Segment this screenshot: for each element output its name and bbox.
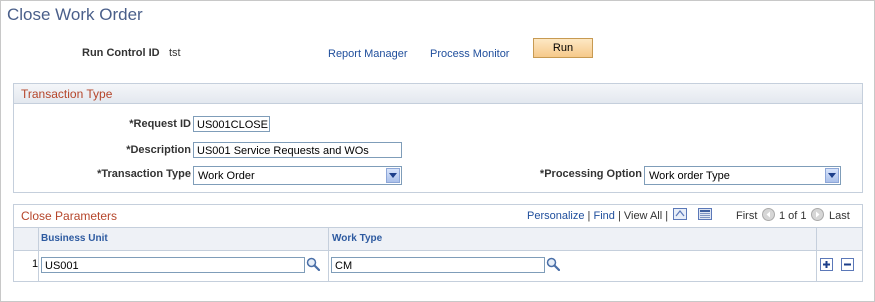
request-id-input[interactable]: US001CLOSE	[193, 116, 270, 132]
last-label: Last	[829, 210, 850, 222]
description-label: *Description	[126, 144, 191, 156]
transaction-type-section: Transaction Type *Request ID US001CLOSE …	[13, 83, 863, 193]
processing-option-label: *Processing Option	[539, 168, 642, 180]
business-unit-input[interactable]: US001	[41, 257, 305, 273]
find-link[interactable]: Find	[593, 210, 614, 222]
separator: |	[617, 210, 621, 222]
report-manager-link[interactable]: Report Manager	[328, 48, 408, 60]
section-header: Transaction Type	[14, 84, 862, 104]
processing-option-value: Work order Type	[649, 170, 730, 182]
table-row: 1 US001 CM	[14, 250, 862, 278]
column-header-work-type: Work Type	[332, 233, 383, 244]
view-all-link[interactable]: View All	[624, 210, 662, 222]
section-title: Transaction Type	[21, 87, 113, 101]
first-label: First	[736, 210, 758, 222]
add-row-icon[interactable]	[820, 258, 833, 271]
delete-row-icon[interactable]	[841, 258, 854, 271]
transaction-type-select[interactable]: Work Order	[193, 166, 402, 185]
processing-option-select[interactable]: Work order Type	[644, 166, 841, 185]
personalize-link[interactable]: Personalize	[527, 210, 584, 222]
grid-title: Close Parameters	[21, 209, 118, 223]
prev-arrow-icon[interactable]	[762, 208, 775, 224]
description-input[interactable]: US001 Service Requests and WOs	[193, 142, 402, 158]
transaction-type-label: *Transaction Type	[97, 168, 191, 180]
next-arrow-icon[interactable]	[811, 208, 824, 224]
column-header-row: Business Unit Work Type	[14, 227, 862, 251]
column-header-business-unit: Business Unit	[41, 233, 108, 244]
run-control-label: Run Control ID	[82, 47, 160, 59]
search-icon[interactable]	[306, 257, 321, 274]
dropdown-arrow-icon[interactable]	[386, 168, 400, 183]
separator: |	[587, 210, 591, 222]
page-title: Close Work Order	[7, 5, 143, 24]
process-monitor-link[interactable]: Process Monitor	[430, 48, 509, 60]
transaction-type-value: Work Order	[198, 170, 255, 182]
search-icon[interactable]	[546, 257, 561, 274]
run-button[interactable]: Run	[533, 38, 593, 58]
close-parameters-grid: Close Parameters Personalize | Find | Vi…	[13, 204, 863, 282]
separator: |	[665, 210, 669, 222]
grid-view-icon[interactable]	[698, 208, 712, 223]
grid-header: Close Parameters Personalize | Find | Vi…	[14, 205, 862, 227]
row-number: 1	[32, 258, 39, 270]
run-control-value: tst	[169, 47, 181, 59]
pager-text: 1 of 1	[779, 210, 807, 222]
dropdown-arrow-icon[interactable]	[825, 168, 839, 183]
download-icon[interactable]	[673, 208, 687, 223]
request-id-label: *Request ID	[129, 118, 191, 130]
work-type-input[interactable]: CM	[331, 257, 545, 273]
